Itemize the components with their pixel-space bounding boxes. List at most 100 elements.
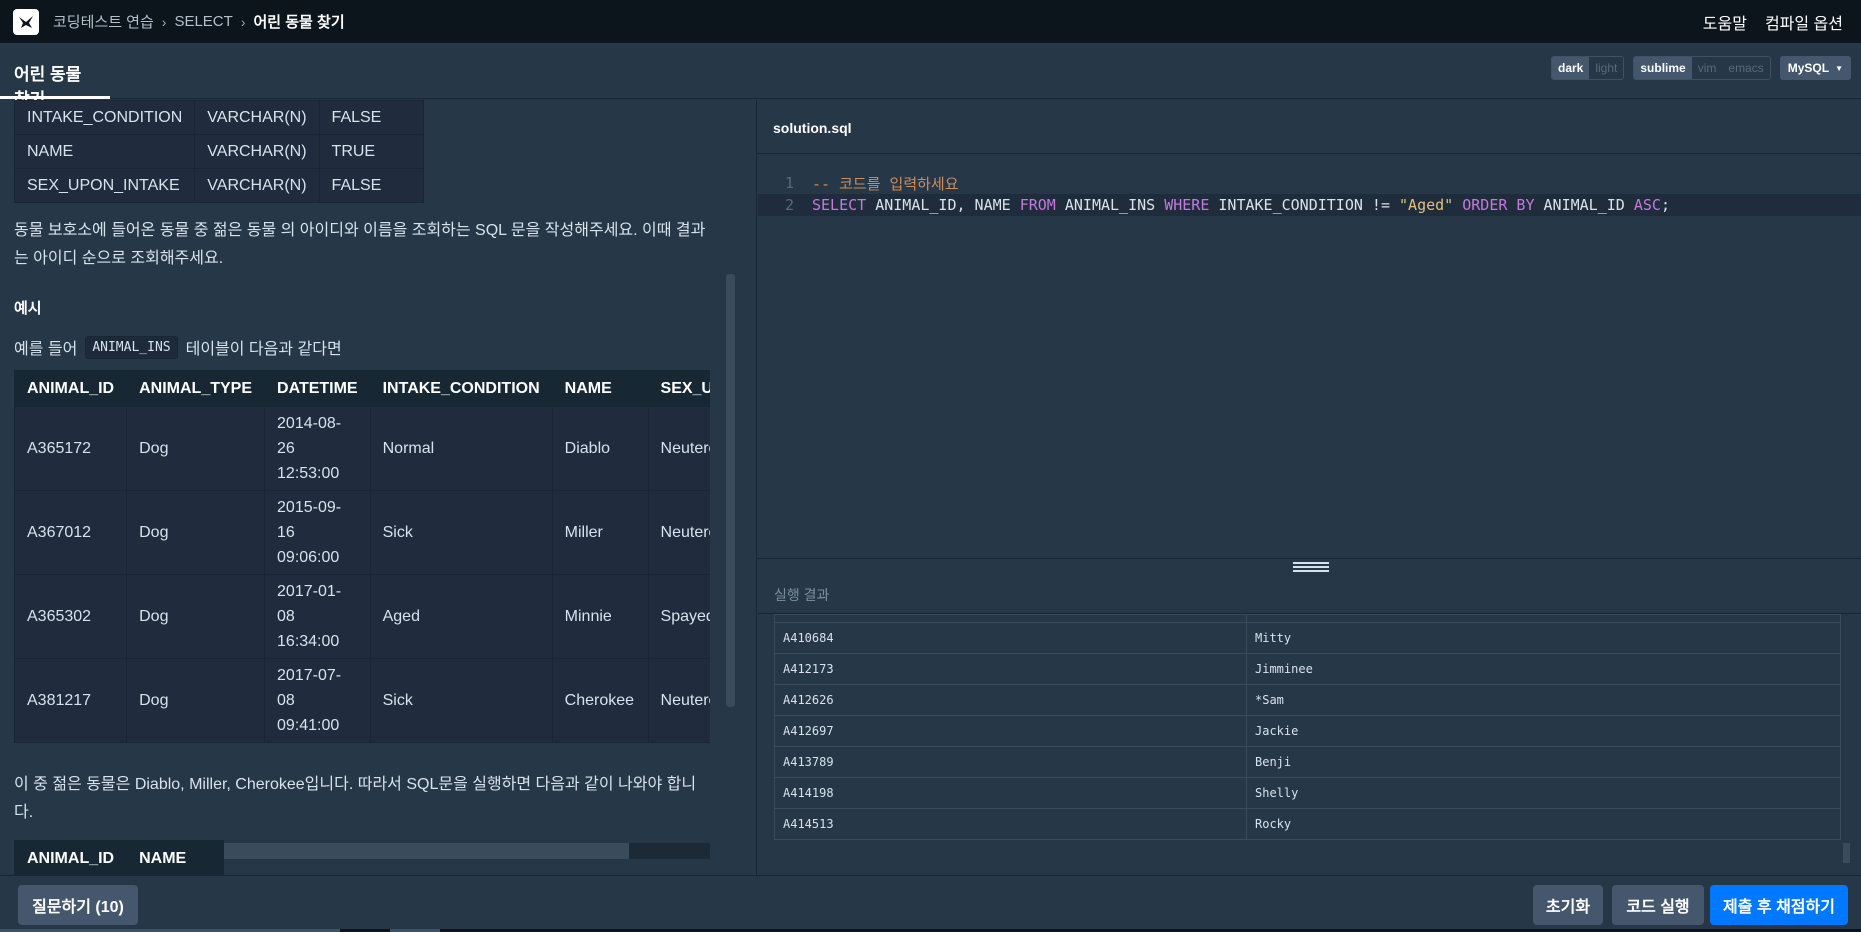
schema-column-name: NAME: [13, 134, 196, 169]
keymap-sublime-option[interactable]: sublime: [1634, 57, 1692, 79]
top-navigation-bar: 코딩테스트 연습 › SELECT › 어린 동물 찾기 도움말 컴파일 옵션: [0, 0, 1861, 43]
line-number: 1: [784, 174, 794, 192]
execution-result-panel: 실행 결과 A410684 Mitty A412173 Jimminee A4126…: [758, 572, 1861, 875]
chevron-right-icon: ›: [240, 13, 246, 30]
table-cell: A413789: [774, 746, 1247, 778]
code-comment: -- 코드를 입력하세요: [812, 174, 959, 193]
table-row: A414198 Shelly: [774, 777, 1841, 809]
table-cell: Neuterec: [647, 490, 710, 575]
action-footer: 질문하기 (10) 초기화 코드 실행 제출 후 채점하기: [0, 875, 1861, 932]
help-link[interactable]: 도움말: [1703, 10, 1747, 34]
table-row: A367012 Dog 2015-09-16 09:06:00 Sick Mil…: [14, 490, 710, 575]
table-header: ANIMAL_TYPE: [126, 370, 266, 407]
keymap-vim-option[interactable]: vim: [1691, 57, 1723, 79]
line-number: 2: [784, 196, 794, 214]
breadcrumb-item-coding-test[interactable]: 코딩테스트 연습: [53, 11, 154, 32]
theme-light-option[interactable]: light: [1589, 57, 1624, 79]
table-row: A381217 Dog 2017-07-08 09:41:00 Sick Che…: [14, 658, 710, 743]
table-header: ANIMAL_ID: [13, 840, 128, 875]
table-cell: Jackie: [1246, 715, 1841, 747]
table-cell: 2017-07-08 09:41:00: [264, 658, 371, 743]
problem-tab-bar: 어린 동물 찾기 dark light sublime vim emacs My…: [0, 43, 1861, 109]
table-cell: Sick: [369, 490, 553, 575]
problem-description: 동물 보호소에 들어온 동물 중 젊은 동물 의 아이디와 이름을 조회하는 S…: [14, 222, 706, 267]
reset-button[interactable]: 초기화: [1533, 885, 1603, 925]
code-token: FROM: [1019, 196, 1056, 214]
keymap-emacs-option[interactable]: emacs: [1722, 57, 1770, 79]
code-editor-panel: solution.sql 1 -- 코드를 입력하세요 2 SELECT ANI…: [758, 100, 1861, 558]
code-query: SELECT ANIMAL_ID, NAME FROM ANIMAL_INS W…: [806, 196, 1670, 214]
language-select[interactable]: MySQL ▼: [1779, 56, 1851, 80]
schema-column-nullable: TRUE: [318, 134, 424, 169]
table-cell: A412173: [774, 653, 1247, 685]
table-row: A413789 Benji: [774, 746, 1841, 778]
table-row: A410684 Mitty: [774, 622, 1841, 654]
compile-options-link[interactable]: 컴파일 옵션: [1765, 10, 1843, 34]
result-table: A410684 Mitty A412173 Jimminee A412626 *Sam…: [774, 614, 1841, 840]
code-token: ;: [1660, 196, 1670, 214]
programmers-logo-icon[interactable]: [13, 8, 39, 35]
code-token: ANIMAL_ID: [1534, 196, 1634, 214]
tab-problem[interactable]: 어린 동물 찾기: [0, 43, 110, 109]
code-line: 2 SELECT ANIMAL_ID, NAME FROM ANIMAL_INS…: [758, 194, 1861, 216]
code-editor[interactable]: 1 -- 코드를 입력하세요 2 SELECT ANIMAL_ID, NAME …: [758, 172, 1861, 216]
table-row: INTAKE_CONDITION VARCHAR(N) FALSE: [13, 100, 424, 135]
table-cell: Minnie: [551, 574, 649, 659]
schema-column-name: SEX_UPON_INTAKE: [13, 168, 196, 203]
table-row: A412626 *Sam: [774, 684, 1841, 716]
table-header: INTAKE_CONDITION: [369, 370, 553, 407]
run-code-button[interactable]: 코드 실행: [1612, 885, 1704, 925]
table-cell: Spayed F: [647, 574, 710, 659]
example-heading: 예시: [14, 300, 42, 317]
table-cell: A414198: [774, 777, 1247, 809]
code-token: "Aged": [1399, 196, 1454, 214]
table-cell: A412626: [774, 684, 1247, 716]
code-line: 1 -- 코드를 입력하세요: [758, 172, 1861, 194]
table-cell: Rocky: [1246, 808, 1841, 840]
example-intro-after: 테이블이 다음과 같다면: [185, 341, 342, 358]
editor-settings: dark light sublime vim emacs MySQL ▼: [1550, 56, 1851, 80]
result-vertical-scrollbar[interactable]: [1843, 843, 1850, 863]
expected-result-text: 이 중 젊은 동물은 Diablo, Miller, Cherokee입니다. …: [14, 776, 697, 821]
table-header-row: ANIMAL_ID ANIMAL_TYPE DATETIME INTAKE_CO…: [14, 370, 710, 407]
language-select-value: MySQL: [1787, 61, 1830, 75]
table-row: SEX_UPON_INTAKE VARCHAR(N) FALSE: [13, 168, 424, 203]
table-row: A412173 Jimminee: [774, 653, 1841, 685]
table-cell: 2014-08-26 12:53:00: [264, 406, 371, 491]
drag-grip-icon[interactable]: [1293, 562, 1329, 572]
table-header: NAME: [551, 370, 649, 407]
problem-description-panel[interactable]: INTAKE_CONDITION VARCHAR(N) FALSE NAME V…: [0, 100, 757, 875]
table-cell: Dog: [126, 406, 266, 491]
ask-question-button[interactable]: 질문하기 (10): [18, 885, 138, 925]
example-intro: 예를 들어 ANIMAL_INS 테이블이 다음과 같다면: [14, 335, 342, 359]
theme-dark-option[interactable]: dark: [1551, 57, 1590, 79]
expected-result-table: ANIMAL_ID NAME: [13, 840, 225, 875]
table-cell: Diablo: [551, 406, 649, 491]
problem-panel-vertical-scrollbar[interactable]: [726, 274, 735, 707]
schema-column-type: VARCHAR(N): [194, 100, 320, 135]
table-row: [774, 614, 1841, 623]
caret-down-icon: ▼: [1835, 63, 1843, 73]
code-token: ANIMAL_INS: [1055, 196, 1165, 214]
table-cell: A365172: [14, 406, 128, 491]
submit-button[interactable]: 제출 후 채점하기: [1710, 885, 1848, 925]
breadcrumb-item-current: 어린 동물 찾기: [253, 14, 345, 31]
schema-column-type: VARCHAR(N): [194, 134, 320, 169]
table-cell: A410684: [774, 622, 1247, 654]
table-cell: Aged: [369, 574, 553, 659]
table-row: NAME VARCHAR(N) TRUE: [13, 134, 424, 169]
keymap-toggle: sublime vim emacs: [1633, 56, 1771, 80]
table-cell: 2017-01-08 16:34:00: [264, 574, 371, 659]
chevron-right-icon: ›: [161, 13, 167, 30]
table-header: SEX_UPC: [647, 370, 710, 407]
code-token: ORDER BY: [1462, 196, 1535, 214]
table-cell: A414513: [774, 808, 1247, 840]
code-token: SELECT: [812, 196, 867, 214]
example-intro-before: 예를 들어: [14, 341, 78, 358]
code-token: WHERE: [1164, 196, 1210, 214]
breadcrumb-item-select[interactable]: SELECT: [174, 13, 232, 30]
table-cell: Sick: [369, 658, 553, 743]
schema-column-name: INTAKE_CONDITION: [13, 100, 196, 135]
result-title: 실행 결과: [758, 572, 1861, 614]
table-cell: Neuterec: [647, 406, 710, 491]
